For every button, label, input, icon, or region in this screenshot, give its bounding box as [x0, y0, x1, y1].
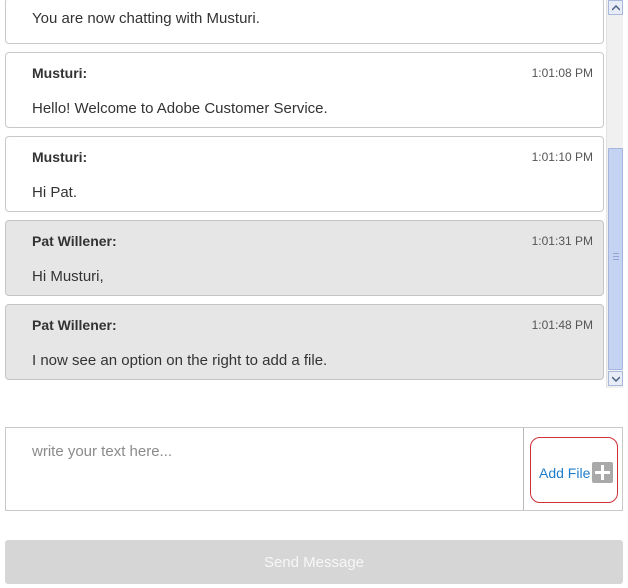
chat-scrollbar[interactable]: [606, 0, 623, 388]
plus-icon: [592, 462, 613, 483]
message-author: Pat Willener:: [32, 317, 117, 333]
chat-message: Pat Willener: 1:01:31 PM Hi Musturi,: [5, 220, 604, 296]
message-input[interactable]: [6, 428, 523, 510]
scroll-thumb[interactable]: [608, 148, 623, 370]
chat-message: Pat Willener: 1:01:48 PM I now see an op…: [5, 304, 604, 380]
message-text: Hi Musturi,: [32, 268, 104, 285]
add-file-button[interactable]: Add File: [530, 437, 618, 503]
message-text: Hello! Welcome to Adobe Customer Service…: [32, 100, 328, 117]
composer-divider: [523, 428, 524, 510]
chevron-down-icon: [612, 376, 620, 382]
chevron-up-icon: [612, 5, 620, 11]
chat-log[interactable]: You are now chatting with Musturi. Mustu…: [0, 0, 628, 388]
message-author: Musturi:: [32, 149, 88, 165]
message-timestamp: 1:01:08 PM: [531, 66, 593, 80]
add-file-label: Add File: [539, 465, 591, 481]
scroll-up-button[interactable]: [608, 0, 623, 15]
scroll-down-button[interactable]: [608, 371, 623, 386]
grip-icon: [613, 253, 619, 262]
message-text: I now see an option on the right to add …: [32, 352, 328, 369]
chat-message: Musturi: 1:01:08 PM Hello! Welcome to Ad…: [5, 52, 604, 128]
message-author: Pat Willener:: [32, 233, 117, 249]
message-text: Hi Pat.: [32, 184, 78, 201]
message-timestamp: 1:01:10 PM: [531, 150, 593, 164]
message-composer: Add File: [5, 427, 623, 511]
system-message: You are now chatting with Musturi.: [5, 0, 604, 44]
system-message-text: You are now chatting with Musturi.: [32, 10, 260, 27]
send-message-button[interactable]: Send Message: [5, 540, 623, 584]
message-timestamp: 1:01:48 PM: [531, 318, 593, 332]
message-author: Musturi:: [32, 65, 88, 81]
chat-message: Musturi: 1:01:10 PM Hi Pat.: [5, 136, 604, 212]
message-timestamp: 1:01:31 PM: [531, 234, 593, 248]
